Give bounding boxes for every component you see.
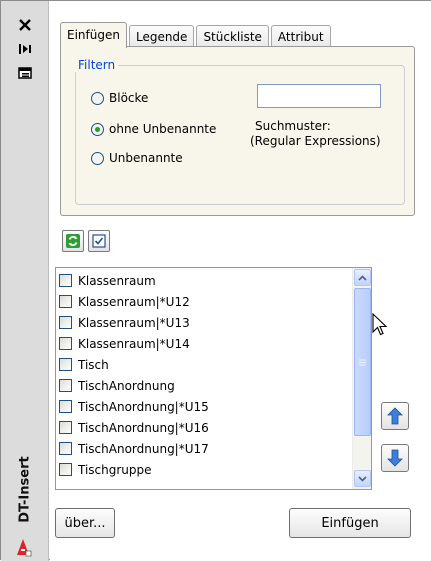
main-panel: Einfügen Legende Stückliste Attribut Fil…: [50, 1, 431, 561]
move-down-button[interactable]: [381, 444, 409, 472]
list-item[interactable]: TischAnordnung|*U16: [56, 417, 346, 438]
move-up-icon: [387, 407, 403, 425]
list-item-label: TischAnordnung|*U15: [78, 399, 209, 414]
radio-button[interactable]: [91, 91, 104, 105]
radio-label: ohne Unbenannte: [109, 122, 217, 136]
radio-label: Unbenannte: [109, 151, 183, 165]
refresh-button[interactable]: [62, 230, 84, 252]
chevron-down-icon: [358, 475, 367, 482]
move-up-button[interactable]: [381, 402, 409, 430]
move-down-icon: [387, 449, 403, 467]
radio-button[interactable]: [91, 151, 104, 165]
radio-unbenannte[interactable]: Unbenannte: [91, 151, 183, 165]
tab-label: Stückliste: [203, 29, 262, 44]
checkbox[interactable]: [59, 421, 72, 434]
list-item[interactable]: TischAnordnung|*U15: [56, 396, 346, 417]
dt-insert-palette-window: DT-Insert Einfügen Legende Stückliste At…: [0, 0, 431, 561]
radio-button-selected[interactable]: [91, 122, 104, 136]
list-item-label: Tisch: [78, 357, 109, 372]
about-button[interactable]: über...: [55, 508, 115, 538]
checkbox[interactable]: [59, 358, 72, 371]
about-button-label: über...: [64, 515, 106, 531]
refresh-icon: [66, 234, 80, 248]
list-item[interactable]: Klassenraum|*U12: [56, 291, 346, 312]
insert-button-label: Einfügen: [321, 515, 379, 531]
tab-legende[interactable]: Legende: [128, 25, 195, 47]
search-pattern-hint: Suchmuster: (Regular Expressions): [250, 119, 400, 149]
list-item-label: TischAnordnung: [78, 378, 175, 393]
list-item-label: TischAnordnung|*U17: [78, 441, 209, 456]
checkbox[interactable]: [59, 400, 72, 413]
palette-title-bar: DT-Insert: [1, 1, 49, 561]
list-item-label: Klassenraum|*U13: [78, 315, 190, 330]
list-item-label: Klassenraum|*U12: [78, 294, 190, 309]
search-pattern-input[interactable]: [257, 84, 381, 108]
autocad-icon: [15, 537, 33, 557]
tab-stueckliste[interactable]: Stückliste: [196, 25, 269, 47]
checkbox[interactable]: [59, 463, 72, 476]
filter-group-legend: Filtern: [75, 58, 119, 72]
radio-bloecke[interactable]: Blöcke: [91, 91, 148, 105]
autohide-icon[interactable]: [15, 39, 35, 59]
properties-icon[interactable]: [15, 63, 35, 83]
tab-attribut[interactable]: Attribut: [270, 25, 331, 47]
check-all-button[interactable]: [88, 230, 110, 252]
tab-label: Attribut: [277, 29, 324, 44]
radio-label: Blöcke: [109, 91, 149, 105]
check-all-icon: [92, 234, 106, 248]
list-item-label: Klassenraum: [78, 273, 156, 288]
scroll-down-button[interactable]: [354, 470, 371, 487]
list-item-label: TischAnordnung|*U16: [78, 420, 209, 435]
list-item[interactable]: Tischgruppe: [56, 459, 346, 480]
tab-label: Einfügen: [67, 28, 120, 42]
list-item[interactable]: Tisch: [56, 354, 346, 375]
close-icon[interactable]: [15, 15, 35, 35]
tab-einfuegen[interactable]: Einfügen: [60, 22, 127, 48]
hint-line-1: Suchmuster:: [255, 119, 331, 133]
list-item[interactable]: Klassenraum|*U14: [56, 333, 346, 354]
tab-panel-einfuegen: Filtern Blöcke ohne Unbenannte Unbenannt…: [60, 46, 415, 216]
tab-label: Legende: [135, 29, 188, 44]
scroll-thumb[interactable]: [354, 288, 371, 436]
insert-button[interactable]: Einfügen: [289, 508, 411, 538]
checkbox[interactable]: [59, 337, 72, 350]
checkbox[interactable]: [59, 379, 72, 392]
checkbox[interactable]: [59, 295, 72, 308]
palette-title: DT-Insert: [17, 455, 33, 523]
checkbox[interactable]: [59, 442, 72, 455]
checkbox[interactable]: [59, 274, 72, 287]
block-list-items: Klassenraum Klassenraum|*U12 Klassenraum…: [56, 270, 346, 480]
block-list[interactable]: Klassenraum Klassenraum|*U12 Klassenraum…: [55, 267, 372, 490]
grip-icon: [359, 359, 366, 365]
hint-line-2: (Regular Expressions): [250, 134, 381, 148]
scroll-up-button[interactable]: [354, 269, 371, 286]
list-item[interactable]: Klassenraum: [56, 270, 346, 291]
tab-bar: Einfügen Legende Stückliste Attribut: [60, 21, 333, 48]
list-item[interactable]: TischAnordnung: [56, 375, 346, 396]
checkbox[interactable]: [59, 316, 72, 329]
chevron-up-icon: [358, 274, 367, 281]
list-item[interactable]: TischAnordnung|*U17: [56, 438, 346, 459]
radio-ohne-unbenannte[interactable]: ohne Unbenannte: [91, 122, 216, 136]
list-item-label: Tischgruppe: [78, 462, 152, 477]
list-item[interactable]: Klassenraum|*U13: [56, 312, 346, 333]
list-item-label: Klassenraum|*U14: [78, 336, 190, 351]
list-scrollbar[interactable]: [352, 268, 371, 489]
mouse-cursor-icon: [372, 313, 388, 336]
